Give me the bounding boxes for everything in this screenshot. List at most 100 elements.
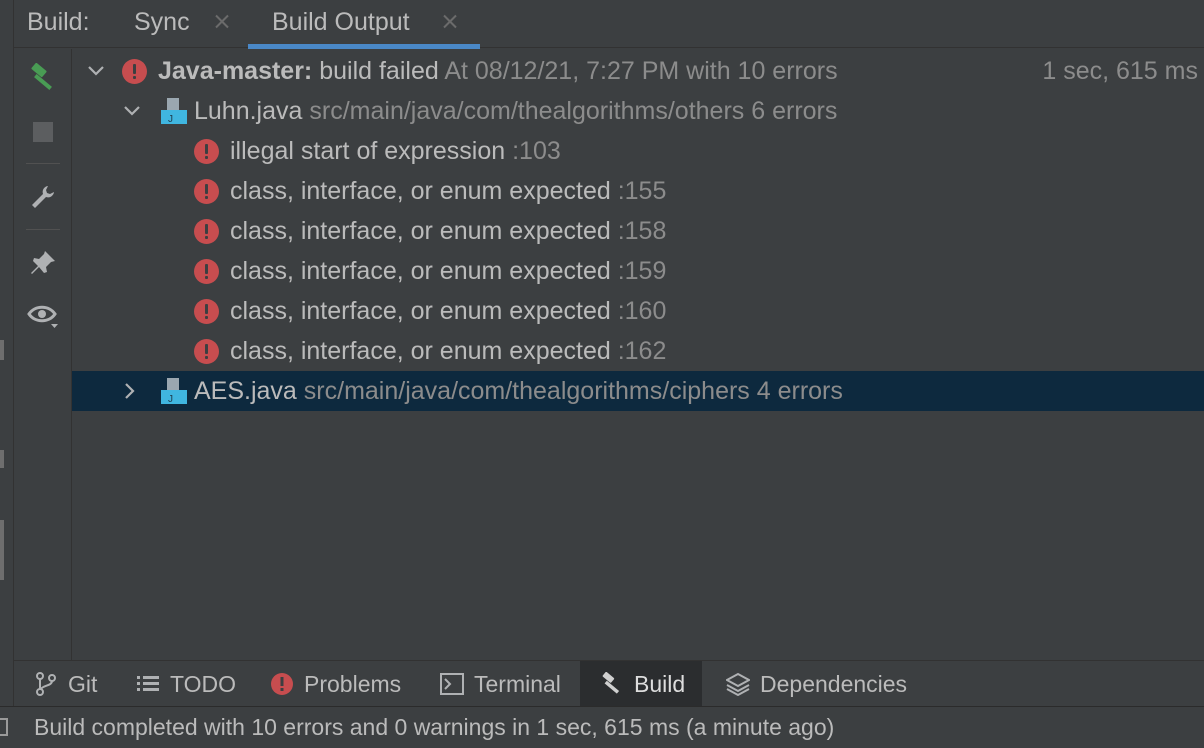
tool-label: Terminal	[474, 670, 561, 697]
file-name: AES.java	[194, 377, 297, 405]
file-error-count: 4 errors	[756, 377, 843, 405]
dependencies-tool-button[interactable]: Dependencies	[724, 661, 924, 707]
error-icon	[270, 672, 294, 696]
error-message: class, interface, or enum expected	[230, 217, 611, 245]
error-message: class, interface, or enum expected	[230, 177, 611, 205]
list-icon	[136, 672, 160, 696]
file-label: Luhn.java src/main/java/com/thealgorithm…	[194, 97, 837, 126]
strip-marker	[0, 340, 4, 360]
file-path: src/main/java/com/thealgorithms/ciphers	[303, 377, 750, 405]
error-line: :158	[617, 217, 667, 245]
pin-tab-button[interactable]	[26, 246, 60, 280]
error-label: class, interface, or enum expected :162	[230, 337, 666, 366]
svg-text:J: J	[168, 394, 173, 405]
tab-sync[interactable]: Sync	[118, 0, 248, 48]
error-row[interactable]: class, interface, or enum expected :158	[72, 211, 1204, 251]
tool-label: Dependencies	[760, 670, 908, 697]
terminal-icon	[440, 672, 464, 696]
git-tool-button[interactable]: Git	[30, 661, 122, 707]
tool-label: TODO	[170, 670, 237, 697]
chevron-down-icon[interactable]	[86, 61, 106, 81]
eye-icon	[27, 305, 58, 328]
error-icon	[194, 299, 219, 324]
error-line: :162	[617, 337, 667, 365]
tool-window-bar: Git TODO Problems Terminal Build Depende…	[14, 660, 1204, 707]
build-output-tree: Java-master: build failed At 08/12/21, 7…	[72, 49, 1204, 660]
stop-icon	[33, 122, 53, 142]
error-icon	[194, 179, 219, 204]
close-icon[interactable]	[214, 13, 230, 29]
error-message: illegal start of expression	[230, 137, 506, 165]
chevron-right-icon[interactable]	[120, 381, 140, 401]
error-message: class, interface, or enum expected	[230, 337, 611, 365]
error-line: :155	[617, 177, 667, 205]
error-line: :159	[617, 257, 667, 285]
rebuild-button[interactable]	[26, 61, 60, 95]
error-line: :160	[617, 297, 667, 325]
root-label: Java-master: build failed At 08/12/21, 7…	[158, 57, 838, 86]
error-icon	[194, 259, 219, 284]
header-label: Build:	[27, 8, 90, 36]
todo-tool-button[interactable]: TODO	[132, 661, 256, 707]
view-options-button[interactable]	[26, 299, 60, 333]
error-row[interactable]: class, interface, or enum expected :162	[72, 331, 1204, 371]
tool-label: Build	[634, 670, 686, 697]
error-label: class, interface, or enum expected :158	[230, 217, 666, 246]
toolbar-separator	[26, 229, 60, 230]
file-label: AES.java src/main/java/com/thealgorithms…	[194, 377, 843, 406]
pin-icon	[31, 251, 55, 274]
terminal-tool-button[interactable]: Terminal	[438, 661, 580, 707]
build-status: build failed	[319, 57, 439, 85]
build-detail: At 08/12/21, 7:27 PM with 10 errors	[444, 57, 838, 85]
error-icon	[194, 139, 219, 164]
chevron-down-icon[interactable]	[122, 101, 142, 121]
layers-icon	[726, 672, 750, 696]
error-row[interactable]: class, interface, or enum expected :159	[72, 251, 1204, 291]
hammer-icon	[600, 672, 624, 696]
error-icon	[122, 59, 147, 84]
error-icon	[194, 339, 219, 364]
build-tool-window: Build: Sync Build Output Java-master: bu…	[0, 0, 1204, 748]
error-row[interactable]: class, interface, or enum expected :155	[72, 171, 1204, 211]
file-path: src/main/java/com/thealgorithms/others	[309, 97, 745, 125]
build-duration: 1 sec, 615 ms	[1042, 57, 1198, 85]
java-file-icon: J	[161, 378, 187, 405]
java-file-icon: J	[161, 98, 187, 125]
close-icon[interactable]	[442, 13, 458, 29]
error-label: class, interface, or enum expected :160	[230, 297, 666, 326]
git-branch-icon	[34, 672, 58, 696]
error-line: :103	[512, 137, 561, 165]
tab-label: Build Output	[272, 8, 410, 36]
project-name: Java-master:	[158, 57, 313, 85]
tool-label: Git	[68, 670, 98, 697]
strip-marker	[0, 520, 4, 580]
error-row[interactable]: illegal start of expression :103	[72, 131, 1204, 171]
svg-text:J: J	[168, 114, 173, 125]
tool-label: Problems	[304, 670, 402, 697]
status-message[interactable]: Build completed with 10 errors and 0 war…	[34, 714, 834, 741]
build-tool-button[interactable]: Build	[580, 661, 702, 707]
tree-file-row[interactable]: J Luhn.java src/main/java/com/thealgorit…	[72, 91, 1204, 131]
wrench-icon	[32, 186, 54, 208]
tab-build-output[interactable]: Build Output	[248, 0, 480, 49]
settings-button[interactable]	[26, 180, 60, 214]
error-label: class, interface, or enum expected :159	[230, 257, 666, 286]
stop-button[interactable]	[26, 115, 60, 149]
tree-file-row[interactable]: J AES.java src/main/java/com/thealgorith…	[72, 371, 1204, 411]
strip-marker	[0, 450, 4, 468]
left-tool-strip	[0, 0, 14, 706]
status-bar: Build completed with 10 errors and 0 war…	[0, 706, 1204, 748]
error-message: class, interface, or enum expected	[230, 257, 611, 285]
error-message: class, interface, or enum expected	[230, 297, 611, 325]
panel-toggle-icon[interactable]	[0, 718, 8, 736]
build-toolbar	[14, 49, 72, 660]
problems-tool-button[interactable]: Problems	[268, 661, 420, 707]
tree-root-row[interactable]: Java-master: build failed At 08/12/21, 7…	[72, 51, 1204, 91]
error-icon	[194, 219, 219, 244]
hammer-icon	[31, 63, 52, 90]
file-name: Luhn.java	[194, 97, 303, 125]
file-error-count: 6 errors	[751, 97, 838, 125]
tab-header: Build: Sync Build Output	[14, 0, 1204, 49]
tab-label: Sync	[134, 8, 190, 36]
error-row[interactable]: class, interface, or enum expected :160	[72, 291, 1204, 331]
